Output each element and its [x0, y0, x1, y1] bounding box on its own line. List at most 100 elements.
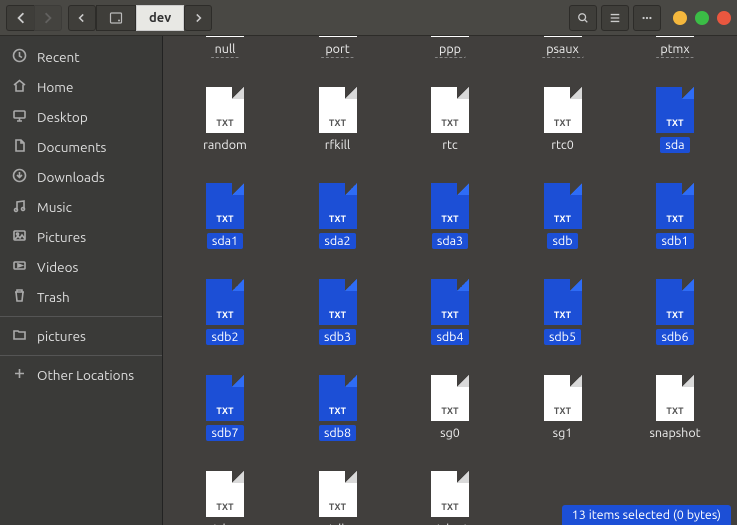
file-item[interactable]: TXT rfkill: [282, 81, 394, 177]
maximize-button[interactable]: [695, 11, 709, 25]
file-ext-label: TXT: [656, 310, 694, 320]
file-name-label: rtc0: [546, 137, 579, 153]
file-ext-label: TXT: [319, 310, 357, 320]
text-file-icon: TXT: [206, 279, 244, 325]
sidebar-item-desktop[interactable]: Desktop: [0, 102, 162, 132]
file-item[interactable]: TXT sdb5: [507, 273, 619, 369]
file-ext-label: TXT: [544, 310, 582, 320]
text-file-icon: TXT: [544, 183, 582, 229]
sidebar-item-label: Trash: [37, 289, 70, 305]
file-item[interactable]: TXT sda: [619, 81, 731, 177]
file-item[interactable]: TXT port: [282, 36, 394, 81]
text-file-icon: TXT: [544, 36, 582, 37]
sidebar-item-downloads[interactable]: Downloads: [0, 162, 162, 192]
sidebar-item-pictures[interactable]: Pictures: [0, 222, 162, 252]
file-item[interactable]: TXT sda3: [394, 177, 506, 273]
file-ext-label: TXT: [544, 118, 582, 128]
file-ext-label: TXT: [206, 406, 244, 416]
file-name-label: sdb6: [656, 329, 693, 345]
file-name-label: sdb3: [319, 329, 356, 345]
file-ext-label: TXT: [431, 406, 469, 416]
file-item[interactable]: TXT sdb8: [282, 369, 394, 465]
text-file-icon: TXT: [656, 375, 694, 421]
minimize-button[interactable]: [673, 11, 687, 25]
text-file-icon: TXT: [431, 87, 469, 133]
text-file-icon: TXT: [206, 183, 244, 229]
window-controls: [673, 11, 731, 25]
sidebar-item-label: Desktop: [37, 109, 88, 125]
file-item[interactable]: TXT sg1: [507, 369, 619, 465]
file-name-label: stdout: [427, 521, 474, 525]
file-item[interactable]: TXT sg0: [394, 369, 506, 465]
file-ext-label: TXT: [544, 214, 582, 224]
menu-button[interactable]: [633, 5, 661, 31]
file-item[interactable]: TXT sda2: [282, 177, 394, 273]
file-item[interactable]: TXT stderr: [169, 465, 281, 525]
sidebar-item-recent[interactable]: Recent: [0, 42, 162, 72]
music-icon: [12, 198, 27, 216]
sidebar-bookmark-pictures[interactable]: pictures: [0, 321, 162, 351]
file-name-label: rfkill: [320, 137, 355, 153]
search-button[interactable]: [569, 5, 597, 31]
sidebar-item-label: pictures: [37, 328, 86, 344]
file-item[interactable]: TXT ppp: [394, 36, 506, 81]
path-prev-button[interactable]: [68, 5, 96, 31]
file-item[interactable]: TXT sdb7: [169, 369, 281, 465]
file-name-label: sdb5: [544, 329, 581, 345]
selection-status: 13 items selected (0 bytes): [562, 505, 731, 525]
file-item[interactable]: TXT snapshot: [619, 369, 731, 465]
sidebar-item-music[interactable]: Music: [0, 192, 162, 222]
sidebar-item-trash[interactable]: Trash: [0, 282, 162, 312]
text-file-icon: TXT: [431, 375, 469, 421]
file-item[interactable]: TXT null: [169, 36, 281, 81]
sidebar-item-label: Downloads: [37, 169, 105, 185]
file-item[interactable]: TXT rtc: [394, 81, 506, 177]
file-item[interactable]: TXT sdb2: [169, 273, 281, 369]
pictures-icon: [12, 228, 27, 246]
file-ext-label: TXT: [319, 118, 357, 128]
file-item[interactable]: TXT ptmx: [619, 36, 731, 81]
downloads-icon: [12, 168, 27, 186]
forward-button[interactable]: [34, 5, 62, 31]
sidebar-item-label: Documents: [37, 139, 106, 155]
file-name-label: sdb2: [206, 329, 243, 345]
file-item[interactable]: TXT stdin: [282, 465, 394, 525]
file-item[interactable]: TXT sdb4: [394, 273, 506, 369]
file-item[interactable]: TXT random: [169, 81, 281, 177]
file-name-label: sg1: [548, 425, 578, 441]
nav-back-forward: [6, 5, 62, 31]
file-item[interactable]: TXT stdout: [394, 465, 506, 525]
file-name-label: ptmx: [655, 41, 694, 58]
close-button[interactable]: [717, 11, 731, 25]
sidebar-other-locations[interactable]: Other Locations: [0, 360, 162, 390]
back-button[interactable]: [6, 5, 34, 31]
file-item[interactable]: TXT sdb: [507, 177, 619, 273]
text-file-icon: TXT: [319, 183, 357, 229]
sidebar-item-home[interactable]: Home: [0, 72, 162, 102]
recent-icon: [12, 48, 27, 66]
file-item[interactable]: TXT rtc0: [507, 81, 619, 177]
text-file-icon: TXT: [656, 36, 694, 37]
file-ext-label: TXT: [431, 214, 469, 224]
file-item[interactable]: TXT sdb1: [619, 177, 731, 273]
text-file-icon: TXT: [656, 279, 694, 325]
file-item[interactable]: TXT sda1: [169, 177, 281, 273]
sidebar-item-videos[interactable]: Videos: [0, 252, 162, 282]
file-item[interactable]: TXT sdb6: [619, 273, 731, 369]
file-item[interactable]: TXT sdb3: [282, 273, 394, 369]
path-disk-button[interactable]: [96, 5, 136, 31]
sidebar-item-label: Music: [37, 199, 72, 215]
sidebar-item-documents[interactable]: Documents: [0, 132, 162, 162]
path-bar: dev: [68, 5, 212, 31]
text-file-icon: TXT: [319, 279, 357, 325]
sidebar-separator: [0, 316, 162, 317]
text-file-icon: TXT: [206, 471, 244, 517]
file-item[interactable]: TXT psaux: [507, 36, 619, 81]
trash-icon: [12, 288, 27, 306]
file-name-label: sdb7: [206, 425, 243, 441]
view-list-button[interactable]: [601, 5, 629, 31]
path-next-button[interactable]: [184, 5, 212, 31]
path-current-segment[interactable]: dev: [136, 5, 184, 31]
file-grid[interactable]: TXT null TXT port TXT ppp TXT psaux: [163, 36, 737, 525]
file-name-label: port: [320, 41, 354, 58]
